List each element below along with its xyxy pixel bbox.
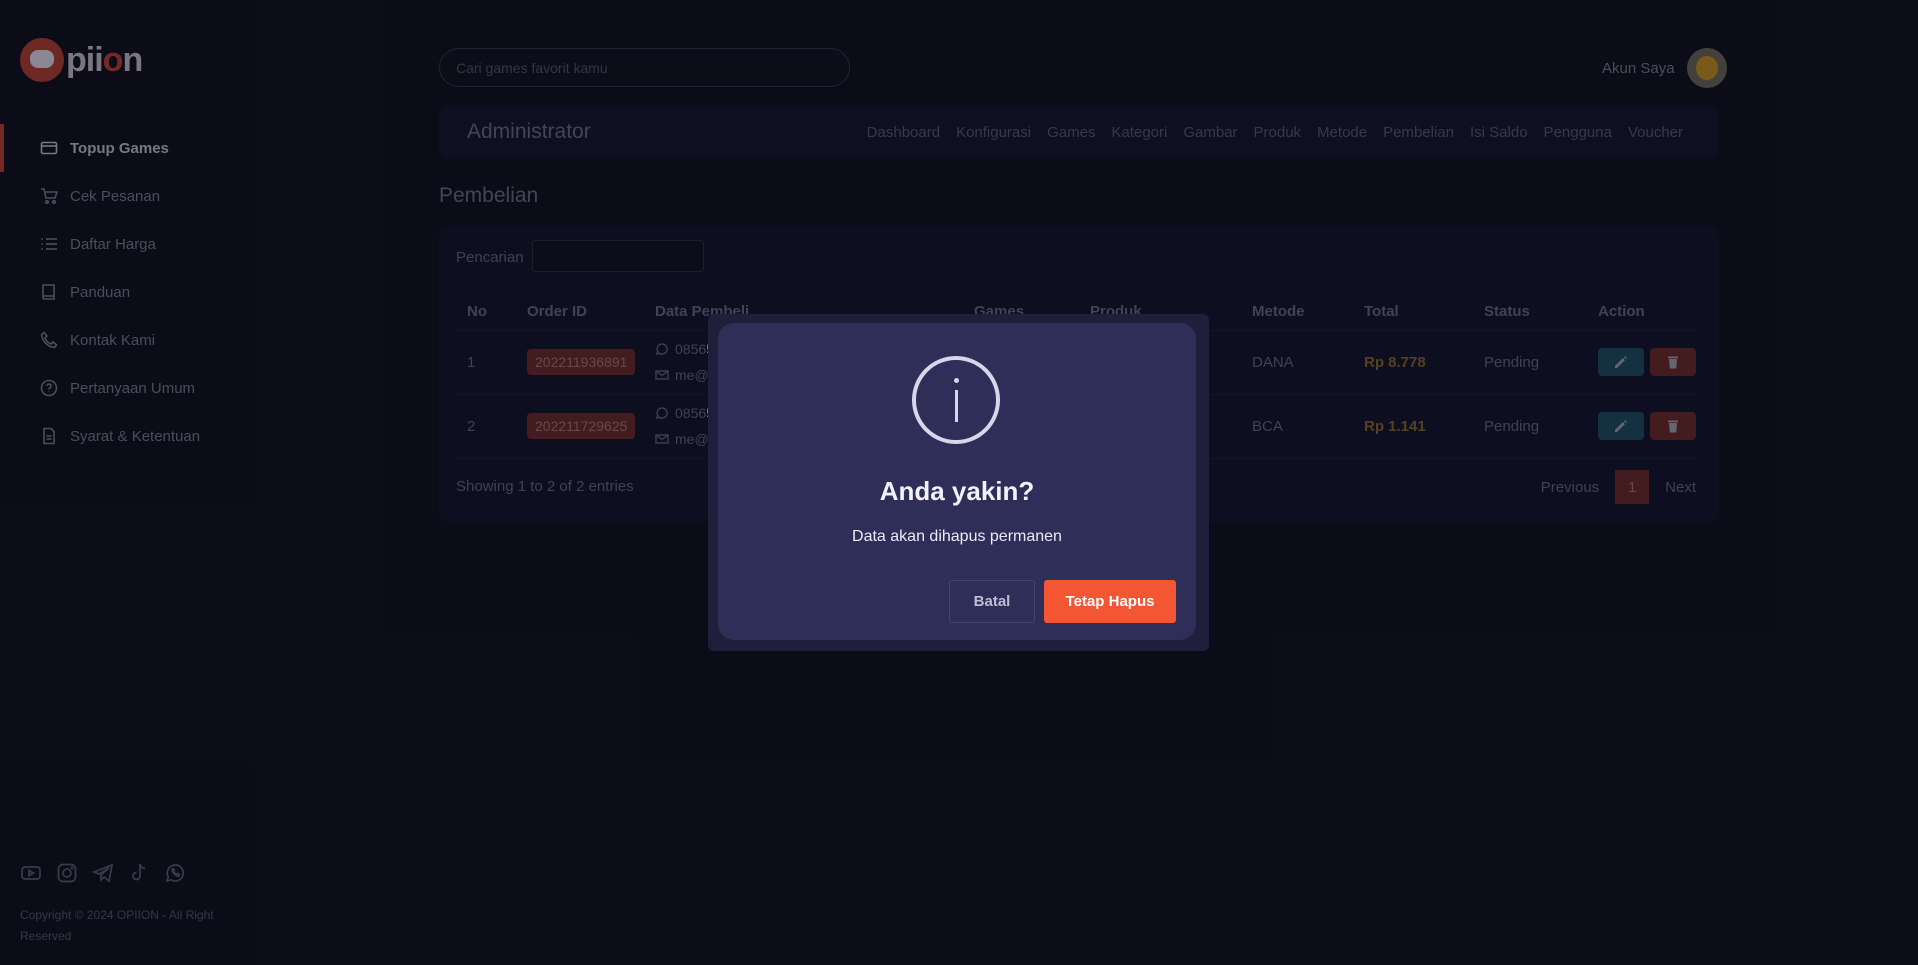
cancel-button[interactable]: Batal (949, 580, 1035, 623)
confirm-dialog-frame: Anda yakin? Data akan dihapus permanen B… (708, 314, 1209, 651)
info-icon (912, 356, 1000, 444)
dialog-title: Anda yakin? (879, 476, 1035, 506)
confirm-dialog: Anda yakin? Data akan dihapus permanen B… (718, 323, 1196, 640)
confirm-delete-button[interactable]: Tetap Hapus (1044, 580, 1176, 623)
dialog-message: Data akan dihapus permanen (852, 528, 1062, 545)
